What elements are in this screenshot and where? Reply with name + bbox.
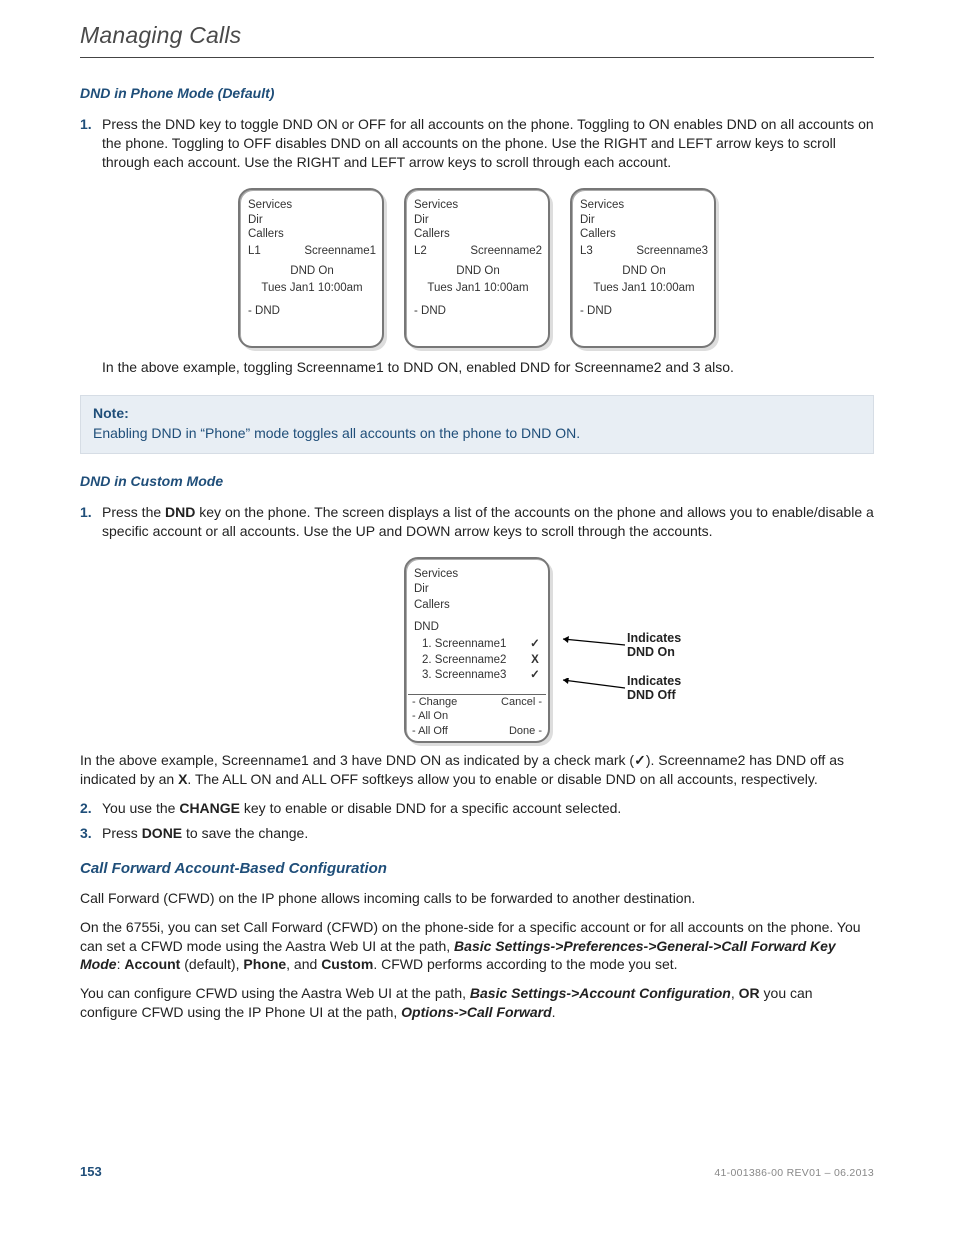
note-body: Enabling DND in “Phone” mode toggles all… bbox=[93, 424, 861, 443]
callout-group: Indicates DND On Indicates DND Off bbox=[557, 631, 757, 717]
text-span: . The ALL ON and ALL OFF softkeys allow … bbox=[187, 771, 817, 787]
text-span: You can configure CFWD using the Aastra … bbox=[80, 985, 470, 1001]
step-text: Press the DND key on the phone. The scre… bbox=[102, 503, 874, 541]
account-label: 2. Screenname2 bbox=[422, 653, 506, 669]
softkey-left: - All On bbox=[412, 709, 448, 724]
screen-dnd-title: DND bbox=[414, 620, 542, 636]
callout-label-on: Indicates DND On bbox=[627, 631, 681, 660]
text-span: In the above example, Screenname1 and 3 … bbox=[80, 752, 634, 768]
screen-line-id: L3 bbox=[580, 244, 593, 260]
screen-softkey: - DND bbox=[580, 304, 612, 320]
check-icon bbox=[634, 752, 646, 768]
step-number: 3. bbox=[80, 824, 102, 843]
note-label: Note: bbox=[93, 404, 861, 423]
account-label: 1. Screenname1 bbox=[422, 637, 506, 653]
screen-line: Services bbox=[414, 198, 542, 213]
paragraph: In the above example, Screenname1 and 3 … bbox=[80, 751, 874, 789]
screen-line: Callers bbox=[414, 598, 542, 614]
check-icon bbox=[528, 668, 542, 684]
text-span: to save the change. bbox=[182, 825, 308, 841]
text-span: . CFWD performs according to the mode yo… bbox=[373, 956, 677, 972]
text-bold: Account bbox=[124, 956, 180, 972]
step-number: 1. bbox=[80, 503, 102, 541]
step-number: 1. bbox=[80, 115, 102, 172]
screen-dnd-status: DND On bbox=[580, 264, 708, 280]
screen-dnd-status: DND On bbox=[248, 264, 376, 280]
account-label: 3. Screenname3 bbox=[422, 668, 506, 684]
text-span: You use the bbox=[102, 800, 179, 816]
softkey-right: Cancel - bbox=[501, 695, 542, 710]
text-span: , and bbox=[286, 956, 321, 972]
screen-line: Dir bbox=[414, 582, 542, 598]
phone-screen: Services Dir Callers L2 Screenname2 DND … bbox=[404, 188, 550, 348]
text-bolditalic: Options->Call Forward bbox=[401, 1004, 552, 1020]
screen-line: Callers bbox=[414, 227, 542, 242]
phone-screen: Services Dir Callers L1 Screenname1 DND … bbox=[238, 188, 384, 348]
text-span: Press the bbox=[102, 504, 165, 520]
paragraph: You can configure CFWD using the Aastra … bbox=[80, 984, 874, 1022]
arrow-icon bbox=[557, 635, 627, 655]
phone-screen-custom: Services Dir Callers DND 1. Screenname1 … bbox=[404, 557, 550, 743]
screen-name: Screenname3 bbox=[636, 244, 708, 260]
text-bold: Custom bbox=[321, 956, 373, 972]
step-number: 2. bbox=[80, 799, 102, 818]
heading-cfwd: Call Forward Account-Based Configuration bbox=[80, 859, 874, 879]
paragraph: Call Forward (CFWD) on the IP phone allo… bbox=[80, 889, 874, 908]
softkey-right: Done - bbox=[509, 724, 542, 739]
screen-line: Services bbox=[414, 567, 542, 583]
text-bold: DONE bbox=[142, 825, 182, 841]
step-text: You use the CHANGE key to enable or disa… bbox=[102, 799, 874, 818]
text-span: , bbox=[731, 985, 739, 1001]
screen-timestamp: Tues Jan1 10:00am bbox=[248, 281, 376, 297]
arrow-icon bbox=[557, 678, 627, 698]
screen-softkey: - DND bbox=[414, 304, 446, 320]
text-span: (default), bbox=[180, 956, 243, 972]
heading-dnd-custom-mode: DND in Custom Mode bbox=[80, 472, 874, 491]
doc-id: 41-001386-00 REV01 – 06.2013 bbox=[714, 1166, 874, 1180]
screen-line: Dir bbox=[580, 213, 708, 228]
paragraph: On the 6755i, you can set Call Forward (… bbox=[80, 918, 874, 975]
callout-label-off: Indicates DND Off bbox=[627, 674, 681, 703]
text-bold: Phone bbox=[243, 956, 286, 972]
text-span: Press bbox=[102, 825, 142, 841]
phone-screen: Services Dir Callers L3 Screenname3 DND … bbox=[570, 188, 716, 348]
screen-name: Screenname1 bbox=[304, 244, 376, 260]
screen-softkey: - DND bbox=[248, 304, 280, 320]
text-bold: DND bbox=[165, 504, 195, 520]
screen-line-id: L2 bbox=[414, 244, 427, 260]
note-box: Note: Enabling DND in “Phone” mode toggl… bbox=[80, 395, 874, 455]
softkey-left: - All Off bbox=[412, 724, 448, 739]
screen-line: Services bbox=[580, 198, 708, 213]
step-text: Press DONE to save the change. bbox=[102, 824, 874, 843]
screen-line: Services bbox=[248, 198, 376, 213]
screen-timestamp: Tues Jan1 10:00am bbox=[580, 281, 708, 297]
screen-dnd-status: DND On bbox=[414, 264, 542, 280]
text-span: . bbox=[552, 1004, 556, 1020]
screen-line: Dir bbox=[414, 213, 542, 228]
screen-line-id: L1 bbox=[248, 244, 261, 260]
screen-line: Dir bbox=[248, 213, 376, 228]
screen-name: Screenname2 bbox=[470, 244, 542, 260]
text-span: key to enable or disable DND for a speci… bbox=[240, 800, 621, 816]
screen-line: Callers bbox=[580, 227, 708, 242]
text-bold: CHANGE bbox=[179, 800, 240, 816]
phone-screens-row: Services Dir Callers L1 Screenname1 DND … bbox=[80, 188, 874, 348]
check-icon bbox=[528, 637, 542, 653]
softkey-left: - Change bbox=[412, 695, 457, 710]
page-header: Managing Calls bbox=[80, 20, 874, 58]
screen-timestamp: Tues Jan1 10:00am bbox=[414, 281, 542, 297]
text-span: key on the phone. The screen displays a … bbox=[102, 504, 874, 539]
text-bold: OR bbox=[739, 985, 760, 1001]
screen-line: Callers bbox=[248, 227, 376, 242]
text-bolditalic: Basic Settings->Account Configuration bbox=[470, 985, 731, 1001]
page-number: 153 bbox=[80, 1163, 102, 1181]
heading-dnd-phone-mode: DND in Phone Mode (Default) bbox=[80, 84, 874, 103]
x-icon bbox=[528, 653, 542, 669]
step-text: Press the DND key to toggle DND ON or OF… bbox=[102, 115, 874, 172]
caption-text: In the above example, toggling Screennam… bbox=[102, 358, 874, 377]
